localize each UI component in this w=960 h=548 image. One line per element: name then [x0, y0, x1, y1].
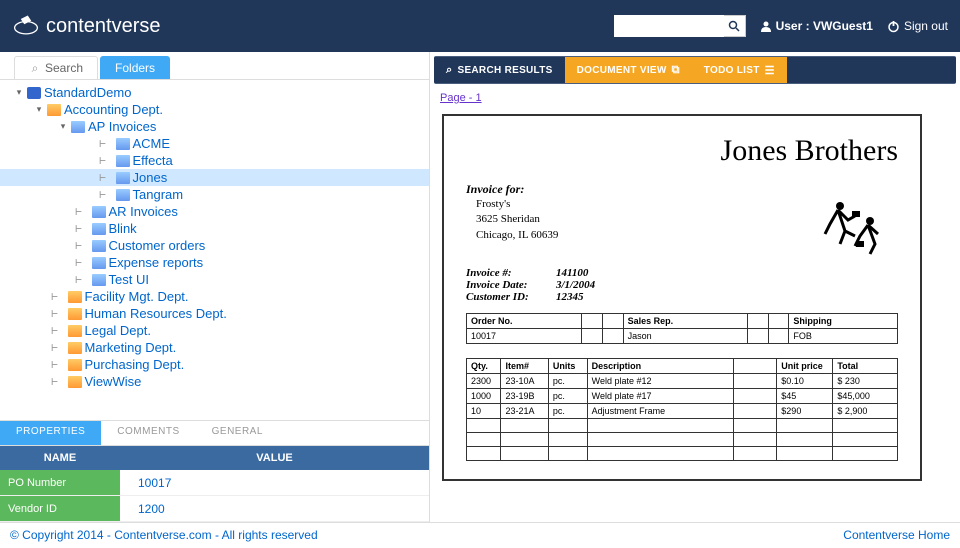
external-link-icon: ⧉	[672, 64, 680, 77]
tab-folders[interactable]: Folders	[100, 56, 170, 79]
document-page: Jones Brothers Invoice for: Frosty's 362…	[442, 114, 922, 481]
tab-todo-list[interactable]: TODO LIST☰	[692, 57, 787, 83]
brand-text: contentverse	[46, 15, 161, 38]
power-icon	[887, 20, 900, 33]
tree-acme[interactable]: ⊢ ACME	[0, 135, 429, 152]
folder-icon	[116, 172, 130, 184]
right-tab-bar: ⌕SEARCH RESULTS DOCUMENT VIEW⧉ TODO LIST…	[434, 56, 956, 84]
global-search	[614, 15, 746, 37]
tree-root[interactable]: ▾StandardDemo	[0, 84, 429, 101]
tab-properties[interactable]: PROPERTIES	[0, 421, 101, 445]
col-name: NAME	[0, 452, 120, 464]
document-viewer[interactable]: Jones Brothers Invoice for: Frosty's 362…	[430, 108, 960, 522]
order-table: Order No.Sales Rep.Shipping 10017JasonFO…	[466, 313, 898, 344]
folder-icon	[116, 155, 130, 167]
tree-legal[interactable]: ⊢ Legal Dept.	[0, 322, 429, 339]
search-input[interactable]	[614, 15, 724, 37]
list-icon: ☰	[765, 64, 775, 77]
folder-icon	[68, 359, 82, 371]
folder-icon	[47, 104, 61, 116]
tree-hr[interactable]: ⊢ Human Resources Dept.	[0, 305, 429, 322]
page-link[interactable]: Page - 1	[430, 88, 960, 108]
prop-value[interactable]: 10017	[120, 476, 429, 490]
user-info[interactable]: User : VWGuest1	[760, 19, 873, 33]
tree-accounting[interactable]: ▾Accounting Dept.	[0, 101, 429, 118]
folder-icon	[68, 342, 82, 354]
line-items-table: Qty.Item#UnitsDescriptionUnit priceTotal…	[466, 358, 898, 461]
tree-viewwise[interactable]: ⊢ ViewWise	[0, 373, 429, 390]
folder-icon	[92, 274, 106, 286]
doc-meta: Invoice #:141100 Invoice Date:3/1/2004 C…	[466, 267, 898, 303]
search-icon: ⌕	[446, 64, 452, 77]
tree-ap-invoices[interactable]: ▾AP Invoices	[0, 118, 429, 135]
folder-icon	[68, 325, 82, 337]
invoice-for-label: Invoice for:	[466, 182, 898, 197]
user-label: User : VWGuest1	[776, 19, 873, 33]
tree-blink[interactable]: ⊢ Blink	[0, 220, 429, 237]
signout-label: Sign out	[904, 19, 948, 33]
doc-title: Jones Brothers	[466, 134, 898, 168]
signout-button[interactable]: Sign out	[887, 19, 948, 33]
tree-test-ui[interactable]: ⊢ Test UI	[0, 271, 429, 288]
tree-jones[interactable]: ⊢ Jones	[0, 169, 429, 186]
tab-comments[interactable]: COMMENTS	[101, 421, 195, 445]
left-panel: ⌕ Search Folders ▾StandardDemo ▾Accountin…	[0, 52, 430, 522]
tab-document-view[interactable]: DOCUMENT VIEW⧉	[565, 57, 692, 83]
tab-search[interactable]: ⌕ Search	[14, 56, 98, 79]
folder-icon	[92, 240, 106, 252]
search-button[interactable]	[724, 15, 746, 37]
tree-effecta[interactable]: ⊢ Effecta	[0, 152, 429, 169]
left-tab-bar: ⌕ Search Folders	[0, 52, 429, 80]
tab-folders-label: Folders	[115, 61, 155, 75]
database-icon	[27, 87, 41, 99]
search-icon: ⌕	[29, 62, 41, 74]
app-header: contentverse User : VWGuest1 Sign out	[0, 0, 960, 52]
prop-name: Vendor ID	[0, 496, 120, 521]
tab-search-results[interactable]: ⌕SEARCH RESULTS	[434, 57, 565, 83]
prop-value[interactable]: 1200	[120, 502, 429, 516]
prop-name: PO Number	[0, 470, 120, 495]
search-icon	[728, 20, 740, 32]
footer: © Copyright 2014 - Contentverse.com - Al…	[0, 522, 960, 546]
tree-facility[interactable]: ⊢ Facility Mgt. Dept.	[0, 288, 429, 305]
property-row: Vendor ID 1200	[0, 496, 429, 522]
brand-logo: contentverse	[12, 12, 161, 40]
home-link[interactable]: Contentverse Home	[843, 528, 950, 542]
tree-expense-reports[interactable]: ⊢ Expense reports	[0, 254, 429, 271]
folder-icon	[68, 376, 82, 388]
right-panel: ⌕SEARCH RESULTS DOCUMENT VIEW⧉ TODO LIST…	[430, 52, 960, 522]
property-row: PO Number 10017	[0, 470, 429, 496]
folder-icon	[116, 138, 130, 150]
tree-marketing[interactable]: ⊢ Marketing Dept.	[0, 339, 429, 356]
running-figure-icon	[820, 196, 890, 256]
folder-icon	[116, 189, 130, 201]
folder-icon	[68, 308, 82, 320]
tab-general[interactable]: GENERAL	[196, 421, 279, 445]
folder-icon	[92, 206, 106, 218]
tree-ar-invoices[interactable]: ⊢ AR Invoices	[0, 203, 429, 220]
property-tabs: PROPERTIES COMMENTS GENERAL	[0, 420, 429, 446]
folder-icon	[71, 121, 85, 133]
tree-purchasing[interactable]: ⊢ Purchasing Dept.	[0, 356, 429, 373]
logo-icon	[12, 12, 40, 40]
folder-icon	[68, 291, 82, 303]
tab-search-label: Search	[45, 61, 83, 75]
copyright: © Copyright 2014 - Contentverse.com - Al…	[10, 528, 318, 542]
tree-customer-orders[interactable]: ⊢ Customer orders	[0, 237, 429, 254]
properties-table: NAME VALUE PO Number 10017 Vendor ID 120…	[0, 446, 429, 522]
properties-header: NAME VALUE	[0, 446, 429, 470]
folder-icon	[92, 257, 106, 269]
tree-tangram[interactable]: ⊢ Tangram	[0, 186, 429, 203]
user-icon	[760, 20, 772, 32]
folder-tree[interactable]: ▾StandardDemo ▾Accounting Dept. ▾AP Invo…	[0, 80, 429, 420]
col-value: VALUE	[120, 452, 429, 464]
folder-icon	[92, 223, 106, 235]
